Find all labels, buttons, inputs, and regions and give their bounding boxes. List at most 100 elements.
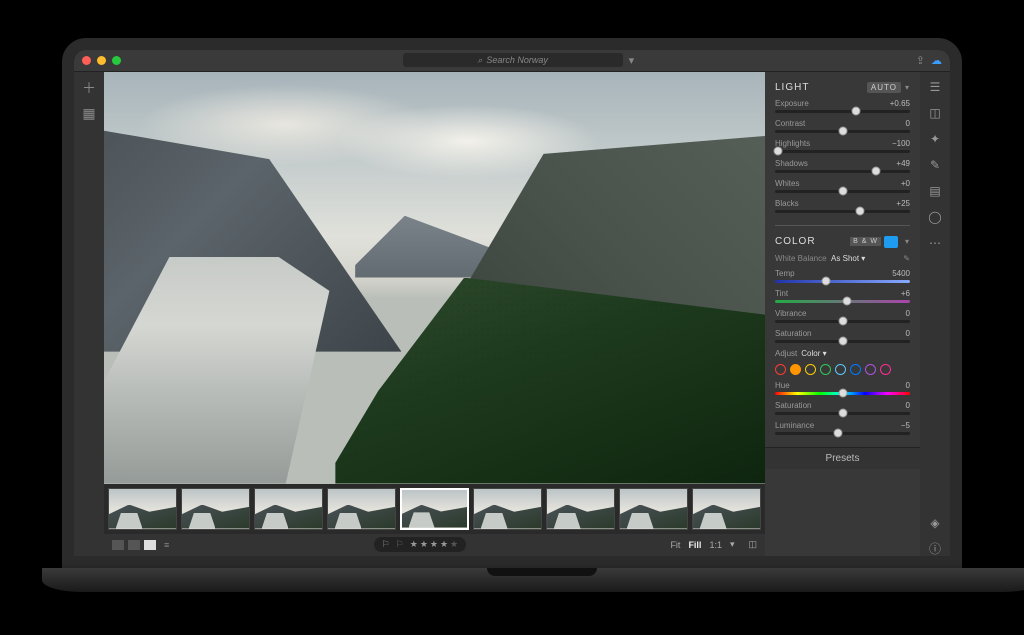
color-swatch-0[interactable] xyxy=(775,364,786,375)
light-chevron-icon[interactable]: ▾ xyxy=(905,83,910,92)
contrast-knob[interactable] xyxy=(838,127,847,136)
zoom-dropdown-icon[interactable]: ▾ xyxy=(730,539,735,550)
healing-brush-icon[interactable]: ✦ xyxy=(928,132,942,146)
detail-view-button[interactable] xyxy=(144,540,156,550)
thumbnail-2[interactable] xyxy=(254,488,323,530)
mix-saturation-slider[interactable]: Saturation0 xyxy=(775,401,910,415)
compare-view-button[interactable] xyxy=(128,540,140,550)
star-3[interactable]: ★ xyxy=(430,539,438,550)
thumbnail-8[interactable] xyxy=(692,488,761,530)
main-photo[interactable] xyxy=(104,72,765,484)
vibrance-slider[interactable]: Vibrance0 xyxy=(775,309,910,323)
sort-icon[interactable]: ≡ xyxy=(164,540,169,550)
more-icon[interactable]: ⋯ xyxy=(928,236,942,250)
luminance-slider[interactable]: Luminance−5 xyxy=(775,421,910,435)
linear-gradient-icon[interactable]: ▤ xyxy=(928,184,942,198)
exposure-knob[interactable] xyxy=(852,107,861,116)
bw-button[interactable]: B & W xyxy=(850,237,881,246)
add-photos-icon[interactable]: ＋ xyxy=(81,80,97,96)
eyedropper-icon[interactable]: ✎ xyxy=(903,254,910,263)
thumbnail-1[interactable] xyxy=(181,488,250,530)
photo-fjord-landscape xyxy=(104,72,765,484)
thumbnail-7[interactable] xyxy=(619,488,688,530)
color-swatches xyxy=(775,364,910,375)
edit-panel: LIGHT AUTO▾ Exposure+0.65 Contrast0 High… xyxy=(765,72,920,556)
edit-sliders-icon[interactable]: ☰ xyxy=(928,80,942,94)
bottom-toolbar: ≡ ⚐ ⚐ ★ ★ ★ ★ ★ Fit Fill xyxy=(104,534,765,556)
color-swatch-5[interactable] xyxy=(850,364,861,375)
star-5[interactable]: ★ xyxy=(450,539,458,550)
tint-knob[interactable] xyxy=(842,297,851,306)
search-icon: ⌕ xyxy=(477,55,482,66)
flag-reject-icon[interactable]: ⚐ xyxy=(396,539,404,550)
color-swatch-3[interactable] xyxy=(820,364,831,375)
saturation-slider[interactable]: Saturation0 xyxy=(775,329,910,343)
shadows-slider[interactable]: Shadows+49 xyxy=(775,159,910,173)
vibrance-knob[interactable] xyxy=(838,317,847,326)
hue-slider[interactable]: Hue0 xyxy=(775,381,910,395)
filter-icon[interactable]: ▾ xyxy=(629,54,635,67)
color-swatch-2[interactable] xyxy=(805,364,816,375)
color-swatch-6[interactable] xyxy=(865,364,876,375)
search-input[interactable]: ⌕ Search Norway xyxy=(403,53,623,67)
thumbnail-5[interactable] xyxy=(473,488,542,530)
zoom-1to1-button[interactable]: 1:1 xyxy=(709,540,722,550)
blacks-slider[interactable]: Blacks+25 xyxy=(775,199,910,213)
saturation-knob[interactable] xyxy=(838,337,847,346)
radial-gradient-icon[interactable]: ◯ xyxy=(928,210,942,224)
star-2[interactable]: ★ xyxy=(420,539,428,550)
library-icon[interactable]: ▦ xyxy=(81,106,97,122)
window-close-button[interactable] xyxy=(82,56,91,65)
thumbnail-4[interactable] xyxy=(400,488,469,530)
color-swatch-4[interactable] xyxy=(835,364,846,375)
titlebar: ⌕ Search Norway ▾ ⇪ ☁ xyxy=(74,50,950,72)
exposure-slider[interactable]: Exposure+0.65 xyxy=(775,99,910,113)
temp-slider[interactable]: Temp5400 xyxy=(775,269,910,283)
hue-knob[interactable] xyxy=(838,389,847,398)
color-swatch-1[interactable] xyxy=(790,364,801,375)
light-section-header[interactable]: LIGHT AUTO▾ xyxy=(775,82,910,93)
zoom-fill-button[interactable]: Fill xyxy=(688,540,701,550)
auto-button[interactable]: AUTO xyxy=(867,82,901,93)
tag-icon[interactable]: ◈ xyxy=(928,516,942,530)
highlights-slider[interactable]: Highlights−100 xyxy=(775,139,910,153)
search-placeholder: Search Norway xyxy=(486,55,548,65)
color-swatch-7[interactable] xyxy=(880,364,891,375)
cloud-sync-icon[interactable]: ☁ xyxy=(931,54,942,67)
tint-slider[interactable]: Tint+6 xyxy=(775,289,910,303)
zoom-fit-button[interactable]: Fit xyxy=(670,540,680,550)
share-icon[interactable]: ⇪ xyxy=(916,54,925,67)
contrast-slider[interactable]: Contrast0 xyxy=(775,119,910,133)
adjust-dropdown[interactable]: Color ▾ xyxy=(801,349,826,358)
window-minimize-button[interactable] xyxy=(97,56,106,65)
grid-view-button[interactable] xyxy=(112,540,124,550)
wb-dropdown[interactable]: As Shot ▾ xyxy=(831,254,865,263)
temp-knob[interactable] xyxy=(822,277,831,286)
laptop-base xyxy=(42,568,1024,592)
star-4[interactable]: ★ xyxy=(440,539,448,550)
brush-icon[interactable]: ✎ xyxy=(928,158,942,172)
mix-sat-knob[interactable] xyxy=(838,409,847,418)
color-chevron-icon[interactable]: ▾ xyxy=(905,237,910,246)
flag-pick-icon[interactable]: ⚐ xyxy=(382,539,390,550)
presets-button[interactable]: Presets xyxy=(765,447,920,469)
info-icon[interactable]: ⓘ xyxy=(928,542,942,556)
crop-icon[interactable]: ◫ xyxy=(928,106,942,120)
whites-knob[interactable] xyxy=(838,187,847,196)
thumbnail-6[interactable] xyxy=(546,488,615,530)
shadows-knob[interactable] xyxy=(872,167,881,176)
lum-knob[interactable] xyxy=(834,429,843,438)
right-toolstrip: ☰ ◫ ✦ ✎ ▤ ◯ ⋯ ◈ ⓘ xyxy=(920,72,950,556)
window-zoom-button[interactable] xyxy=(112,56,121,65)
thumbnail-0[interactable] xyxy=(108,488,177,530)
color-title: COLOR xyxy=(775,236,816,247)
color-mode-button[interactable] xyxy=(884,236,898,248)
star-1[interactable]: ★ xyxy=(410,539,418,550)
color-section-header[interactable]: COLOR B & W ▾ xyxy=(775,236,910,248)
rating-pill[interactable]: ⚐ ⚐ ★ ★ ★ ★ ★ xyxy=(374,537,467,552)
thumbnail-3[interactable] xyxy=(327,488,396,530)
show-original-icon[interactable]: ◫ xyxy=(748,539,757,550)
whites-slider[interactable]: Whites+0 xyxy=(775,179,910,193)
highlights-knob[interactable] xyxy=(773,147,782,156)
blacks-knob[interactable] xyxy=(856,207,865,216)
